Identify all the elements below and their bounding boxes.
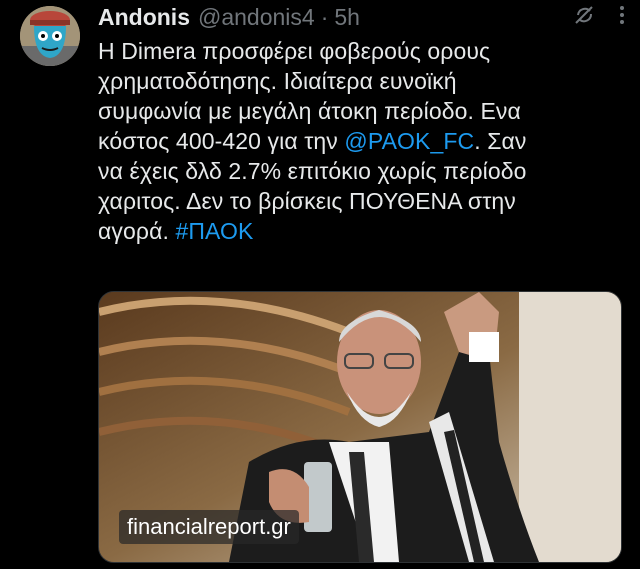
tweet-line-2: χρηματοδότησης. Ιδιαίτερα ευνοϊκή [98,68,457,94]
grok-icon[interactable] [572,3,596,32]
tweet-line-7: αγορά. [98,218,176,244]
author-handle[interactable]: @andonis4 [198,4,315,31]
separator-dot: · [320,3,329,30]
timestamp[interactable]: 5h [334,4,360,31]
avatar-cartoon [20,6,80,66]
hashtag-link[interactable]: #ΠΑΟΚ [175,218,253,244]
tweet-line-6: χαριτος. Δεν το βρίσκεις ΠΟΥΘΕΝΑ στην [98,188,516,214]
image-watermark: financialreport.gr [119,510,299,544]
more-vertical-icon[interactable] [618,4,626,31]
tweet-line-4-end: . Σαν [474,128,527,154]
mention-link[interactable]: @PAOK_FC [344,128,474,154]
tweet-line-4: κόστος 400-420 για την [98,128,345,154]
tweet-header: Andonis @andonis4 · 5h [98,2,620,32]
tweet-actions [572,2,626,32]
author-name[interactable]: Andonis [98,4,190,31]
tweet-line-5: να έχεις δλδ 2.7% επιτόκιο χωρίς περίοδο [98,158,527,184]
tweet-line-3: συμφωνία με μεγάλη άτοκη περίοδο. Ενα [98,98,521,124]
tweet-line-1: Η Dimera προσφέρει φοβερούς ορους [98,38,491,64]
avatar[interactable] [20,6,80,66]
tweet-text: Η Dimera προσφέρει φοβερούς ορους χρηματ… [98,36,628,246]
tweet-image[interactable]: financialreport.gr [98,291,622,563]
